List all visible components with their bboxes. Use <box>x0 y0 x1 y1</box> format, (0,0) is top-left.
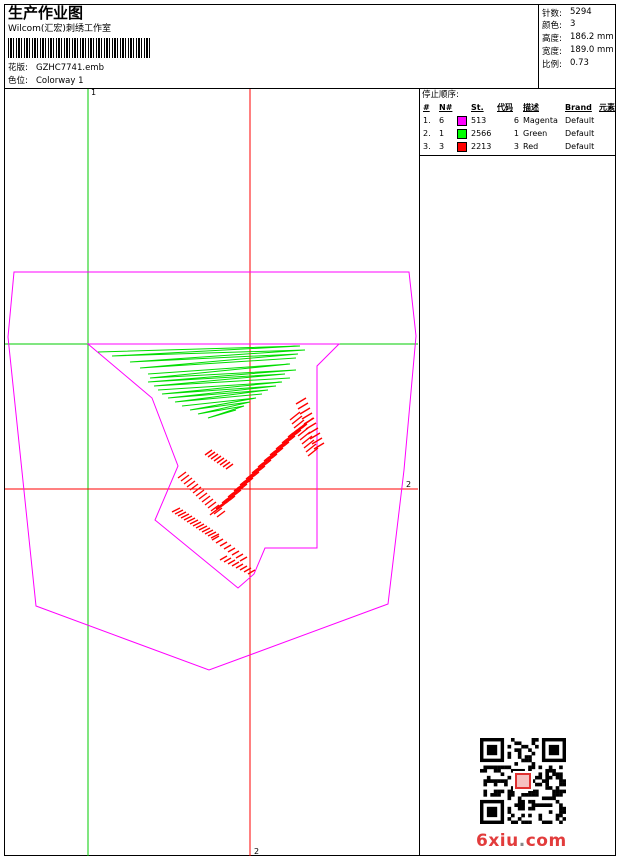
wing-stitch <box>219 555 228 561</box>
wing-stitch <box>239 565 248 571</box>
red-horizontal-guide-label: 2 <box>406 480 412 489</box>
qr-code <box>480 738 566 824</box>
wing-stitch <box>305 422 317 430</box>
logo-main-text: 6xiu <box>476 831 519 851</box>
wing-stitch <box>295 397 307 405</box>
wing-stitch <box>207 501 217 509</box>
wing-stitch <box>235 563 244 569</box>
wing-stitch <box>195 489 205 497</box>
wing-stitch <box>198 492 208 500</box>
wing-stitch <box>297 402 309 410</box>
wing-stitch <box>301 412 313 420</box>
logo-tld-text: com <box>525 831 567 851</box>
wing-stitch <box>192 486 202 494</box>
wing-stitch <box>177 471 187 479</box>
wing-stitch <box>231 561 240 567</box>
wing-stitch <box>227 559 236 565</box>
wing-stitch <box>204 498 214 506</box>
wing-stitch <box>303 417 315 425</box>
design-canvas <box>5 89 418 856</box>
wing-stitch <box>239 556 248 562</box>
wing-stitch <box>227 547 236 553</box>
wing-stitch <box>223 557 232 563</box>
wing-stitch <box>216 510 226 518</box>
wing-stitch <box>215 538 224 544</box>
green-stitches <box>97 345 306 419</box>
site-watermark-logo: 6xiu.com <box>476 831 567 851</box>
wing-stitch <box>231 550 240 556</box>
wing-stitch <box>223 544 232 550</box>
logo-dot: . <box>518 831 526 851</box>
wing-stitch <box>180 474 190 482</box>
wing-stitch <box>219 541 228 547</box>
pocket-outline <box>7 271 417 671</box>
wing-stitch <box>186 480 196 488</box>
green-guide-label: 1 <box>91 88 97 97</box>
red-vertical-guide-label: 2 <box>254 847 260 856</box>
wing-stitch <box>201 495 211 503</box>
wing-stitch <box>299 407 311 415</box>
wing-stitch <box>235 553 244 559</box>
wing-stitch <box>183 477 193 485</box>
